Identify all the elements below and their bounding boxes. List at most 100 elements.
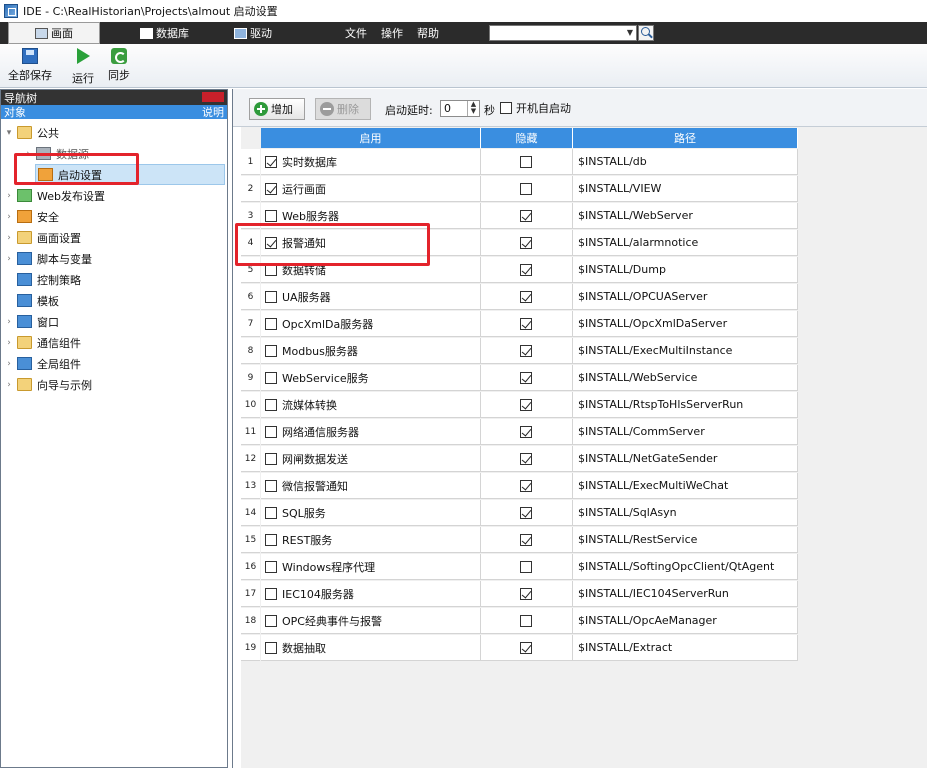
enabled-checkbox[interactable] <box>265 398 277 411</box>
tree-item-security[interactable]: › 安全 <box>4 206 59 227</box>
cell-path[interactable]: $INSTALL/SqlAsyn <box>573 500 798 526</box>
enabled-checkbox[interactable] <box>265 560 277 573</box>
hidden-checkbox[interactable] <box>520 641 532 654</box>
tree-item-global-components[interactable]: › 全局组件 <box>4 353 81 374</box>
autostart-checkbox[interactable]: 开机自启动 <box>500 100 571 116</box>
cell-path[interactable]: $INSTALL/db <box>573 149 798 175</box>
column-header-path[interactable]: 路径 <box>573 128 798 148</box>
enabled-checkbox[interactable] <box>265 182 277 195</box>
cell-hidden[interactable] <box>481 203 573 229</box>
run-button[interactable]: 运行 <box>72 48 94 86</box>
enabled-checkbox[interactable] <box>265 317 277 330</box>
tab-database[interactable]: 数据库 <box>130 22 199 44</box>
cell-path[interactable]: $INSTALL/VIEW <box>573 176 798 202</box>
tree-item-templates[interactable]: 模板 <box>14 290 59 311</box>
cell-hidden[interactable] <box>481 500 573 526</box>
cell-path[interactable]: $INSTALL/Dump <box>573 257 798 283</box>
hidden-checkbox[interactable] <box>520 344 532 357</box>
search-combo[interactable]: ▼ <box>489 25 637 41</box>
chevron-down-icon[interactable]: ▼ <box>624 26 636 40</box>
hidden-checkbox[interactable] <box>520 209 532 222</box>
enabled-checkbox[interactable] <box>265 614 277 627</box>
cell-path[interactable]: $INSTALL/OpcAeManager <box>573 608 798 634</box>
chevron-right-icon[interactable]: › <box>4 191 14 201</box>
tab-screen[interactable]: 画面 <box>8 22 100 44</box>
hidden-checkbox[interactable] <box>520 587 532 600</box>
cell-enabled[interactable]: 微信报警通知 <box>261 473 481 499</box>
cell-hidden[interactable] <box>481 365 573 391</box>
cell-enabled[interactable]: 流媒体转换 <box>261 392 481 418</box>
cell-enabled[interactable]: Modbus服务器 <box>261 338 481 364</box>
chevron-right-icon[interactable]: › <box>4 254 14 264</box>
enabled-checkbox[interactable] <box>265 452 277 465</box>
enabled-checkbox[interactable] <box>265 533 277 546</box>
cell-path[interactable]: $INSTALL/WebService <box>573 365 798 391</box>
delay-stepper[interactable]: 0 ▲ ▼ <box>440 100 480 117</box>
enabled-checkbox[interactable] <box>265 155 277 168</box>
cell-path[interactable]: $INSTALL/IEC104ServerRun <box>573 581 798 607</box>
cell-enabled[interactable]: IEC104服务器 <box>261 581 481 607</box>
delete-button[interactable]: 删除 <box>315 98 371 120</box>
save-all-button[interactable]: 全部保存 <box>8 48 52 83</box>
cell-enabled[interactable]: OpcXmlDa服务器 <box>261 311 481 337</box>
enabled-checkbox[interactable] <box>265 479 277 492</box>
cell-path[interactable]: $INSTALL/RestService <box>573 527 798 553</box>
cell-hidden[interactable] <box>481 149 573 175</box>
menu-file[interactable]: 文件 <box>338 25 374 41</box>
cell-path[interactable]: $INSTALL/WebServer <box>573 203 798 229</box>
hidden-checkbox[interactable] <box>520 506 532 519</box>
menu-help[interactable]: 帮助 <box>410 25 446 41</box>
column-header-hidden[interactable]: 隐藏 <box>481 128 573 148</box>
spinner-arrows-icon[interactable]: ▲ ▼ <box>467 101 479 116</box>
cell-enabled[interactable]: 网络通信服务器 <box>261 419 481 445</box>
enabled-checkbox[interactable] <box>265 371 277 384</box>
chevron-right-icon[interactable]: › <box>4 212 14 222</box>
enabled-checkbox[interactable] <box>265 209 277 222</box>
hidden-checkbox[interactable] <box>520 236 532 249</box>
chevron-right-icon[interactable]: › <box>4 359 14 369</box>
cell-enabled[interactable]: 数据抽取 <box>261 635 481 661</box>
cell-hidden[interactable] <box>481 608 573 634</box>
hidden-checkbox[interactable] <box>520 479 532 492</box>
hidden-checkbox[interactable] <box>520 263 532 276</box>
column-header-enabled[interactable]: 启用 <box>261 128 481 148</box>
cell-hidden[interactable] <box>481 311 573 337</box>
cell-hidden[interactable] <box>481 176 573 202</box>
chevron-right-icon[interactable]: › <box>4 233 14 243</box>
cell-path[interactable]: $INSTALL/NetGateSender <box>573 446 798 472</box>
hidden-checkbox[interactable] <box>520 452 532 465</box>
cell-enabled[interactable]: 网闸数据发送 <box>261 446 481 472</box>
chevron-down-icon[interactable]: ▾ <box>4 128 14 138</box>
cell-hidden[interactable] <box>481 419 573 445</box>
cell-path[interactable]: $INSTALL/Extract <box>573 635 798 661</box>
hidden-checkbox[interactable] <box>520 290 532 303</box>
tree-item-public[interactable]: ▾ 公共 <box>4 122 59 143</box>
hidden-checkbox[interactable] <box>520 182 532 195</box>
cell-enabled[interactable]: WebService服务 <box>261 365 481 391</box>
cell-path[interactable]: $INSTALL/CommServer <box>573 419 798 445</box>
autostart-check[interactable] <box>500 102 512 114</box>
cell-enabled[interactable]: REST服务 <box>261 527 481 553</box>
tab-driver[interactable]: 驱动 <box>224 22 282 44</box>
enabled-checkbox[interactable] <box>265 641 277 654</box>
cell-enabled[interactable]: 运行画面 <box>261 176 481 202</box>
cell-path[interactable]: $INSTALL/ExecMultiInstance <box>573 338 798 364</box>
cell-enabled[interactable]: 实时数据库 <box>261 149 481 175</box>
add-button[interactable]: 增加 <box>249 98 305 120</box>
tree-item-wizards-examples[interactable]: › 向导与示例 <box>4 374 92 395</box>
cell-path[interactable]: $INSTALL/OPCUAServer <box>573 284 798 310</box>
cell-hidden[interactable] <box>481 554 573 580</box>
tree-item-window[interactable]: › 窗口 <box>4 311 59 332</box>
cell-enabled[interactable]: UA服务器 <box>261 284 481 310</box>
cell-hidden[interactable] <box>481 392 573 418</box>
menu-operate[interactable]: 操作 <box>374 25 410 41</box>
hidden-checkbox[interactable] <box>520 533 532 546</box>
chevron-right-icon[interactable]: › <box>4 338 14 348</box>
cell-hidden[interactable] <box>481 635 573 661</box>
hidden-checkbox[interactable] <box>520 398 532 411</box>
cell-hidden[interactable] <box>481 257 573 283</box>
sync-button[interactable]: 同步 <box>108 48 130 83</box>
cell-hidden[interactable] <box>481 230 573 256</box>
cell-hidden[interactable] <box>481 473 573 499</box>
cell-hidden[interactable] <box>481 446 573 472</box>
